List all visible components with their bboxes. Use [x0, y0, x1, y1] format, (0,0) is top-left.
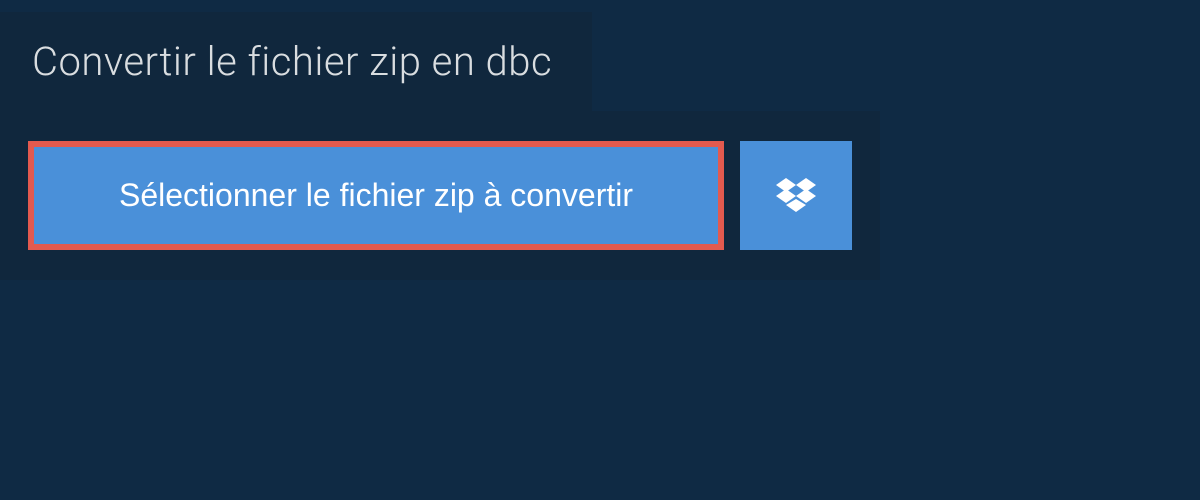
upload-panel: Sélectionner le fichier zip à convertir	[0, 111, 880, 280]
title-tab: Convertir le fichier zip en dbc	[0, 12, 592, 111]
select-file-label: Sélectionner le fichier zip à convertir	[119, 177, 633, 214]
select-file-button[interactable]: Sélectionner le fichier zip à convertir	[28, 141, 724, 250]
dropbox-icon	[776, 178, 816, 214]
dropbox-button[interactable]	[740, 141, 852, 250]
page-title: Convertir le fichier zip en dbc	[32, 38, 552, 85]
